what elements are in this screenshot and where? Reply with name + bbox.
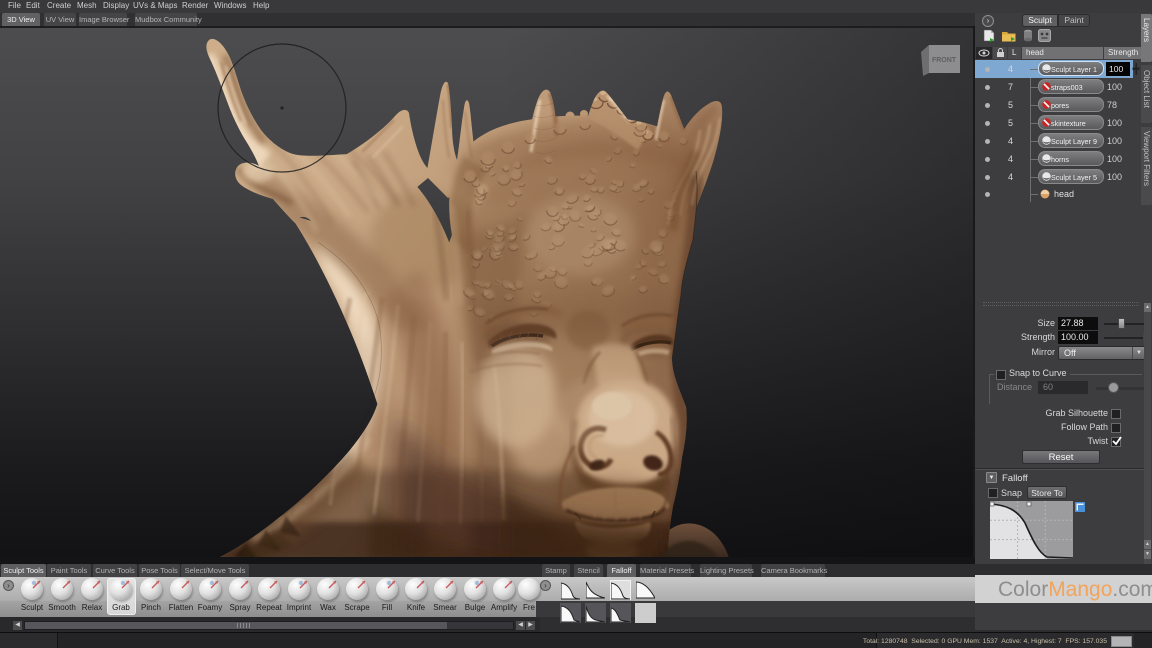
svg-text:FRONT: FRONT xyxy=(932,57,957,64)
